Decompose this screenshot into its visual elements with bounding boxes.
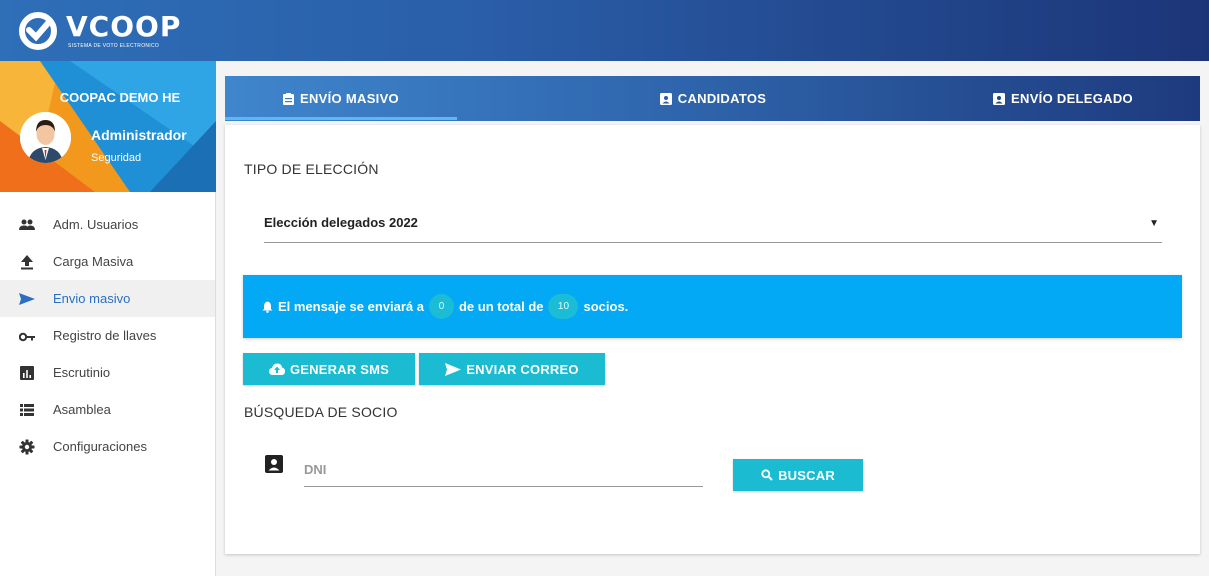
tab-label: ENVÍO DELEGADO: [1011, 91, 1133, 106]
id-card-icon: [265, 455, 283, 473]
sidebar-item-label: Configuraciones: [53, 439, 147, 454]
gear-icon: [19, 439, 35, 455]
sidebar-item-label: Escrutinio: [53, 365, 111, 380]
brand-name: VCOOP: [66, 10, 182, 43]
tab-envio-delegado[interactable]: ENVÍO DELEGADO: [950, 76, 1176, 121]
send-email-button[interactable]: ENVIAR CORREO: [419, 353, 605, 385]
sidebar: COOPAC DEMO HE Administrador Seguridad A…: [0, 61, 216, 576]
selected-count-badge: 0: [428, 294, 454, 319]
sidebar-item-label: Envio masivo: [53, 291, 131, 306]
list-icon: [20, 404, 34, 416]
brand-tagline: SISTEMA DE VOTO ELECTRONICO: [68, 43, 160, 49]
check-logo-icon: [19, 12, 57, 50]
sidebar-item-adm-usuarios[interactable]: Adm. Usuarios: [0, 206, 215, 243]
sidebar-item-label: Registro de llaves: [53, 328, 157, 343]
alert-text-suffix: socios.: [583, 299, 629, 314]
active-tab-indicator: [225, 117, 457, 120]
sidebar-item-registro-de-llaves[interactable]: Registro de llaves: [0, 317, 215, 354]
search-button-label: BUSCAR: [778, 467, 835, 483]
send-email-label: ENVIAR CORREO: [466, 361, 579, 377]
election-type-title: TIPO DE ELECCIÓN: [244, 161, 379, 177]
upload-icon: [21, 255, 33, 270]
logo[interactable]: VCOOP SISTEMA DE VOTO ELECTRONICO: [18, 9, 182, 50]
key-icon: [19, 332, 35, 342]
generate-sms-button[interactable]: GENERAR SMS: [243, 353, 415, 385]
clipboard-icon: [283, 92, 295, 105]
total-count-badge: 10: [548, 294, 579, 319]
sidebar-item-label: Adm. Usuarios: [53, 217, 139, 232]
users-icon: [19, 219, 35, 230]
send-icon: [445, 362, 462, 376]
tab-candidatos[interactable]: CANDIDATOS: [608, 76, 818, 121]
id-card-icon: [659, 92, 672, 105]
top-bar: VCOOP SISTEMA DE VOTO ELECTRONICO: [0, 0, 1209, 61]
generate-sms-label: GENERAR SMS: [290, 361, 389, 377]
cloud-upload-icon: [269, 363, 285, 375]
user-role: Administrador: [91, 127, 187, 143]
sidebar-item-label: Carga Masiva: [53, 254, 134, 269]
chart-icon: [20, 366, 34, 380]
bell-icon: [262, 301, 273, 313]
sidebar-menu: Adm. Usuarios Carga Masiva Envio masivo …: [0, 206, 215, 465]
tab-label: CANDIDATOS: [677, 91, 767, 106]
member-search-title: BÚSQUEDA DE SOCIO: [244, 404, 398, 420]
tab-envio-masivo[interactable]: ENVÍO MASIVO: [225, 76, 457, 121]
sidebar-item-envio-masivo[interactable]: Envio masivo: [0, 280, 215, 317]
send-icon: [19, 293, 35, 305]
sidebar-item-carga-masiva[interactable]: Carga Masiva: [0, 243, 215, 280]
search-icon: [761, 469, 773, 481]
user-subtitle: Seguridad: [91, 152, 142, 164]
sidebar-item-configuraciones[interactable]: Configuraciones: [0, 428, 215, 465]
main-card: [225, 125, 1200, 554]
search-button[interactable]: BUSCAR: [733, 459, 863, 491]
avatar[interactable]: [20, 112, 71, 163]
alert-text-prefix: El mensaje se enviará a: [278, 299, 424, 314]
org-name: COOPAC DEMO HE: [59, 90, 181, 105]
profile-card: COOPAC DEMO HE Administrador Seguridad: [0, 61, 216, 192]
dropdown-arrow-icon: ▼: [1149, 218, 1159, 229]
election-type-select[interactable]: Elección delegados 2022 ▼: [264, 207, 1162, 243]
dni-input[interactable]: [304, 452, 703, 487]
sidebar-item-label: Asamblea: [53, 402, 111, 417]
tab-bar: ENVÍO MASIVO CANDIDATOS ENVÍO DELEGADO: [225, 76, 1200, 121]
sidebar-item-escrutinio[interactable]: Escrutinio: [0, 354, 215, 391]
user-avatar-icon: [20, 112, 71, 163]
tab-label: ENVÍO MASIVO: [300, 91, 399, 106]
id-card-icon: [993, 92, 1006, 105]
recipients-alert: El mensaje se enviará a 0 de un total de…: [243, 275, 1182, 338]
alert-text-middle: de un total de: [458, 299, 544, 314]
election-type-value: Elección delegados 2022: [264, 215, 418, 230]
sidebar-item-asamblea[interactable]: Asamblea: [0, 391, 215, 428]
